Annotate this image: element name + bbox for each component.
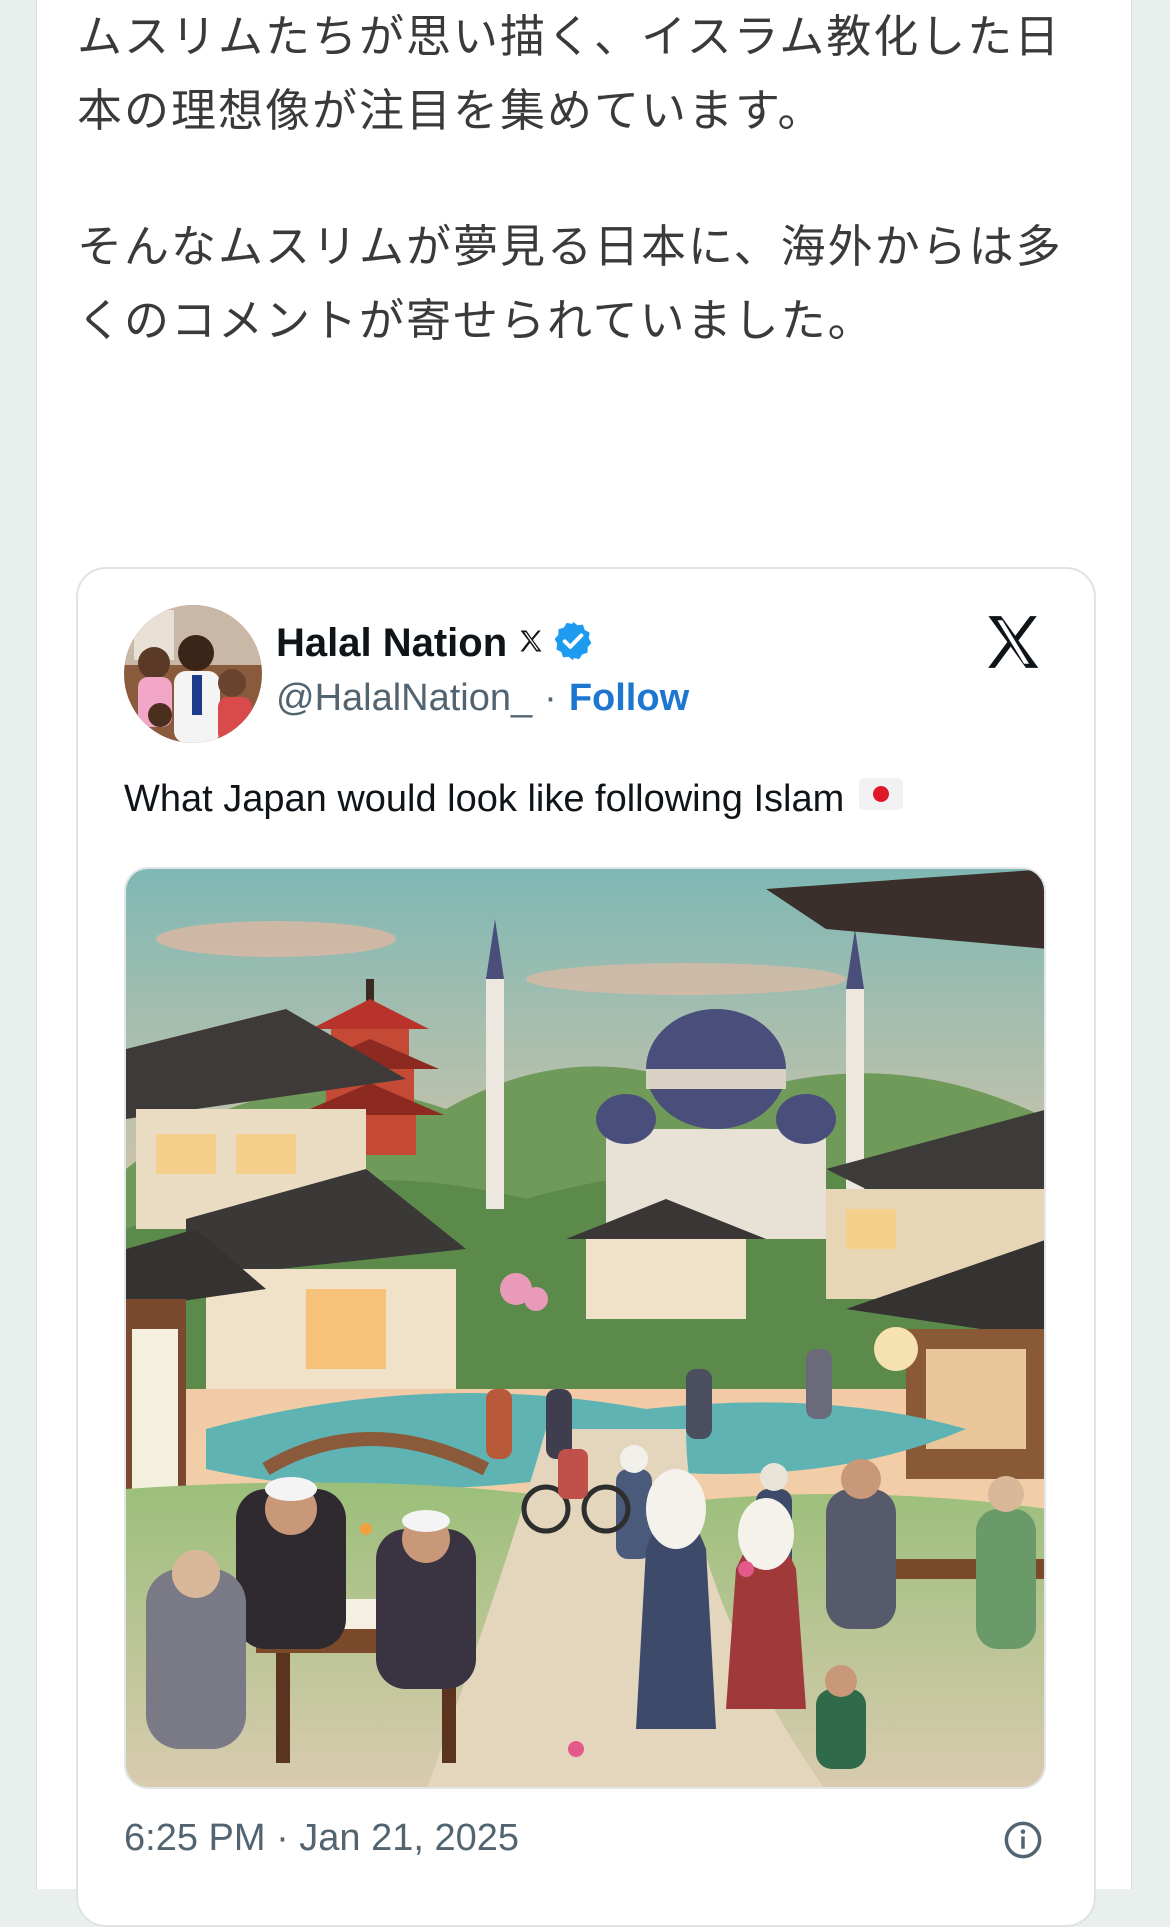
user-handle[interactable]: @HalalNation_	[276, 677, 532, 720]
handle-row: @HalalNation_ · Follow	[276, 677, 689, 720]
tweet-text: What Japan would look like following Isl…	[124, 777, 845, 820]
tweet-image[interactable]	[124, 867, 1046, 1789]
article-paragraph-2: そんなムスリムが夢見る日本に、海外からは多くのコメントが寄せられていました。	[77, 220, 1063, 347]
tweet-author-row[interactable]: Halal Nation	[276, 617, 595, 669]
tweet-text-row: What Japan would look like following Isl…	[124, 777, 904, 821]
x-small-icon	[517, 627, 545, 659]
avatar-image	[124, 605, 262, 743]
avatar[interactable]	[124, 605, 262, 743]
article-paragraph-1: ムスリムたちが思い描く、イスラム教化した日本の理想像が注目を集めています。	[77, 10, 1062, 137]
display-name[interactable]: Halal Nation	[276, 621, 507, 666]
separator-dot: ·	[544, 677, 557, 719]
x-logo-icon[interactable]	[982, 611, 1044, 677]
tweet-timestamp[interactable]: 6:25 PM · Jan 21, 2025	[124, 1817, 519, 1860]
follow-button[interactable]: Follow	[569, 677, 689, 720]
japan-islam-illustration	[126, 869, 1044, 1787]
verified-badge-icon	[551, 619, 595, 667]
embedded-tweet-card[interactable]: Halal Nation @HalalNation_ · Follow What…	[76, 567, 1096, 1927]
japan-flag-icon	[858, 777, 904, 821]
info-icon[interactable]	[1002, 1819, 1044, 1865]
